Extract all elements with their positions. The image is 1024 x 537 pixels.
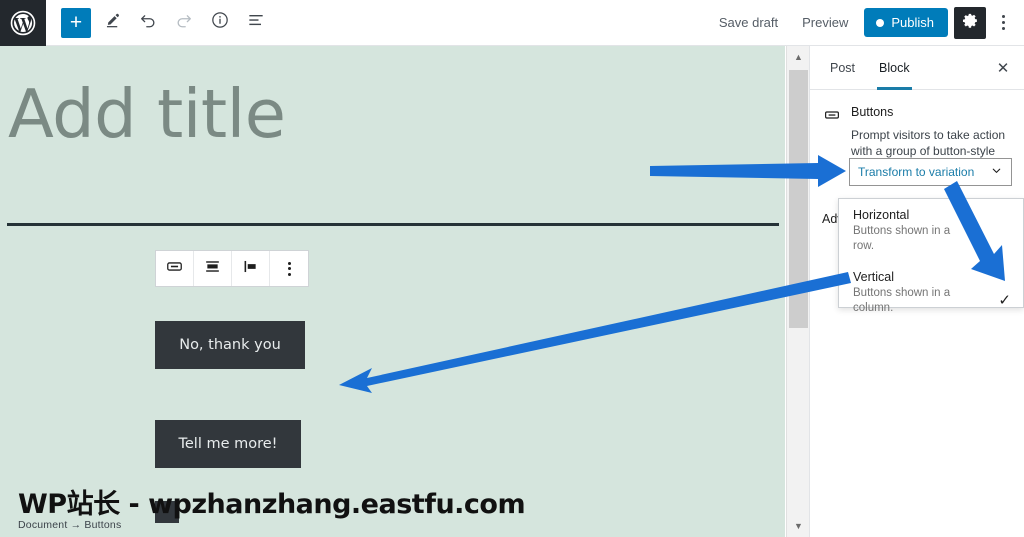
post-title-placeholder[interactable]: Add title — [8, 81, 286, 148]
publish-button-label: Publish — [891, 15, 934, 30]
chevron-down-icon — [990, 164, 1003, 180]
option-horizontal-title: Horizontal — [853, 208, 910, 222]
scrollbar-thumb[interactable] — [789, 70, 808, 328]
publish-status-dot-icon — [876, 18, 885, 27]
content-button-2[interactable]: Tell me more! — [155, 420, 301, 468]
site-watermark: WP站长 - wpzhanzhang.eastfu.com — [18, 489, 526, 520]
content-button-1-label: No, thank you — [179, 337, 281, 353]
editor-tools-group: + — [60, 7, 272, 39]
scroll-down-arrow-icon[interactable]: ▼ — [787, 515, 810, 537]
close-sidebar-button[interactable]: ✕ — [992, 57, 1014, 79]
option-vertical-title: Vertical — [853, 270, 894, 284]
editor-vertical-scrollbar[interactable]: ▲ ▼ — [786, 46, 809, 537]
buttons-block-icon — [822, 105, 842, 125]
dropdown-option-horizontal[interactable]: Horizontal Buttons shown in a row. — [839, 199, 1023, 261]
block-toolbar — [155, 250, 309, 287]
scroll-up-arrow-icon[interactable]: ▲ — [787, 46, 810, 68]
plus-icon: + — [61, 7, 91, 38]
block-type-buttons-button[interactable] — [156, 251, 194, 286]
block-name: Buttons — [851, 105, 894, 119]
content-button-2-label: Tell me more! — [178, 436, 278, 452]
checkmark-icon: ✓ — [998, 292, 1011, 309]
close-icon: ✕ — [996, 59, 1010, 77]
redo-arrow-icon — [174, 10, 194, 35]
justify-left-icon — [241, 257, 260, 281]
editor-canvas[interactable]: Add title No, thank you Tell me more! — [0, 46, 785, 537]
sidebar-tabs: Post Block ✕ — [810, 46, 1024, 90]
separator-block — [7, 223, 779, 226]
block-header: Buttons — [822, 104, 1012, 125]
redo-button[interactable] — [168, 7, 200, 39]
add-block-button[interactable]: + — [60, 7, 92, 39]
wordpress-logo-icon[interactable] — [0, 0, 46, 46]
change-items-justification-button[interactable] — [232, 251, 270, 286]
buttons-block-icon — [165, 257, 184, 281]
block-more-options-button[interactable] — [270, 251, 308, 286]
top-bar-actions: Save draft Preview Publish — [707, 6, 1024, 39]
kebab-menu-icon — [1001, 15, 1005, 30]
publish-button[interactable]: Publish — [864, 8, 948, 37]
wordpress-block-editor-window: + Save draft Preview Publish Add title N… — [0, 0, 1024, 537]
gear-icon — [962, 12, 979, 34]
list-view-button[interactable] — [240, 7, 272, 39]
option-horizontal-subtitle: Buttons shown in a row. — [853, 225, 951, 252]
details-button[interactable] — [204, 7, 236, 39]
info-circle-icon — [210, 10, 230, 35]
undo-arrow-icon — [138, 10, 158, 35]
save-draft-button[interactable]: Save draft — [707, 9, 790, 36]
dropdown-option-vertical[interactable]: Vertical Buttons shown in a column. ✓ — [839, 261, 1023, 323]
list-view-icon — [246, 10, 266, 35]
variation-dropdown-menu: Horizontal Buttons shown in a row. Verti… — [838, 198, 1024, 314]
transform-to-variation-label: Transform to variation — [858, 165, 975, 179]
preview-button[interactable]: Preview — [790, 9, 860, 36]
settings-button[interactable] — [954, 6, 986, 39]
undo-button[interactable] — [132, 7, 164, 39]
more-tools-options-button[interactable] — [990, 7, 1016, 39]
option-vertical-subtitle: Buttons shown in a column. — [853, 287, 951, 314]
vertical-align-icon — [203, 257, 222, 281]
tab-post[interactable]: Post — [818, 46, 867, 90]
transform-to-variation-select[interactable]: Transform to variation — [849, 158, 1012, 186]
pencil-icon — [103, 11, 122, 35]
vertical-dots-icon — [287, 261, 291, 276]
change-vertical-alignment-button[interactable] — [194, 251, 232, 286]
tab-block[interactable]: Block — [867, 46, 922, 90]
editor-top-bar: + Save draft Preview Publish — [0, 0, 1024, 46]
content-button-1[interactable]: No, thank you — [155, 321, 305, 369]
edit-mode-button[interactable] — [96, 7, 128, 39]
